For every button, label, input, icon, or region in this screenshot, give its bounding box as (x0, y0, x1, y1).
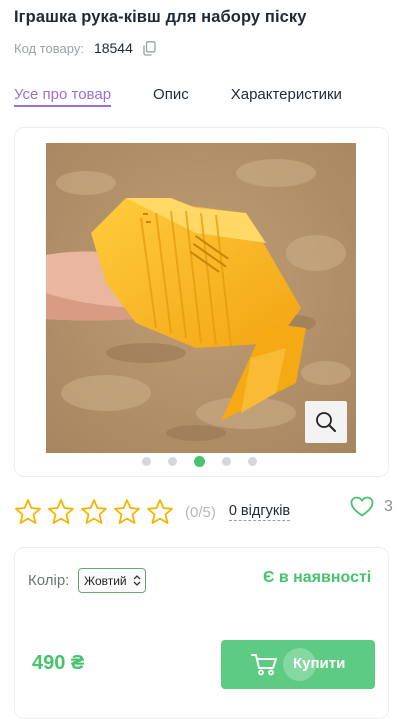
color-select[interactable]: Жовтий (78, 568, 146, 593)
buy-button[interactable]: Купити (221, 640, 375, 689)
magnifier-icon (316, 412, 336, 432)
star-icon[interactable] (146, 498, 174, 526)
tab-description[interactable]: Опис (153, 86, 189, 103)
buy-button-label: Купити (293, 655, 346, 672)
tab-characteristics[interactable]: Характеристики (231, 86, 342, 103)
product-code-row: Код товару: 18544 (14, 39, 156, 57)
gallery-dot[interactable] (222, 457, 231, 466)
product-code-value: 18544 (93, 40, 133, 56)
star-icon[interactable] (14, 498, 42, 526)
chevron-updown-icon (133, 575, 141, 586)
product-title: Іграшка рука-ківш для набору піску (14, 8, 307, 26)
gallery-dot[interactable] (142, 457, 151, 466)
rating-stars[interactable] (14, 498, 174, 526)
color-select-value: Жовтий (84, 573, 127, 588)
star-icon[interactable] (113, 498, 141, 526)
heart-icon[interactable] (350, 496, 374, 517)
star-icon[interactable] (47, 498, 75, 526)
rating-row: (0/5) 0 відгуків 3 (14, 496, 394, 528)
gallery-dot[interactable] (168, 457, 177, 466)
rating-count: (0/5) (185, 503, 216, 521)
tab-all-about-product[interactable]: Усе про товар (14, 86, 112, 107)
product-tabs: Усе про товар Опис Характеристики (14, 86, 384, 107)
gallery-dot-active[interactable] (194, 456, 205, 467)
reviews-link[interactable]: 0 відгуків (228, 503, 291, 521)
copy-icon[interactable] (143, 40, 156, 56)
stock-status: Є в наявності (263, 569, 372, 586)
gallery-pagination (142, 456, 257, 467)
price: 490 ₴ (32, 652, 85, 674)
star-icon[interactable] (80, 498, 108, 526)
favorites[interactable]: 3 (350, 496, 393, 517)
product-code-label: Код товару: (14, 40, 84, 56)
zoom-button[interactable] (305, 401, 347, 443)
cart-icon (251, 654, 277, 676)
favorites-count: 3 (384, 497, 393, 515)
gallery-dot[interactable] (248, 457, 257, 466)
color-label: Колір: (28, 572, 70, 589)
